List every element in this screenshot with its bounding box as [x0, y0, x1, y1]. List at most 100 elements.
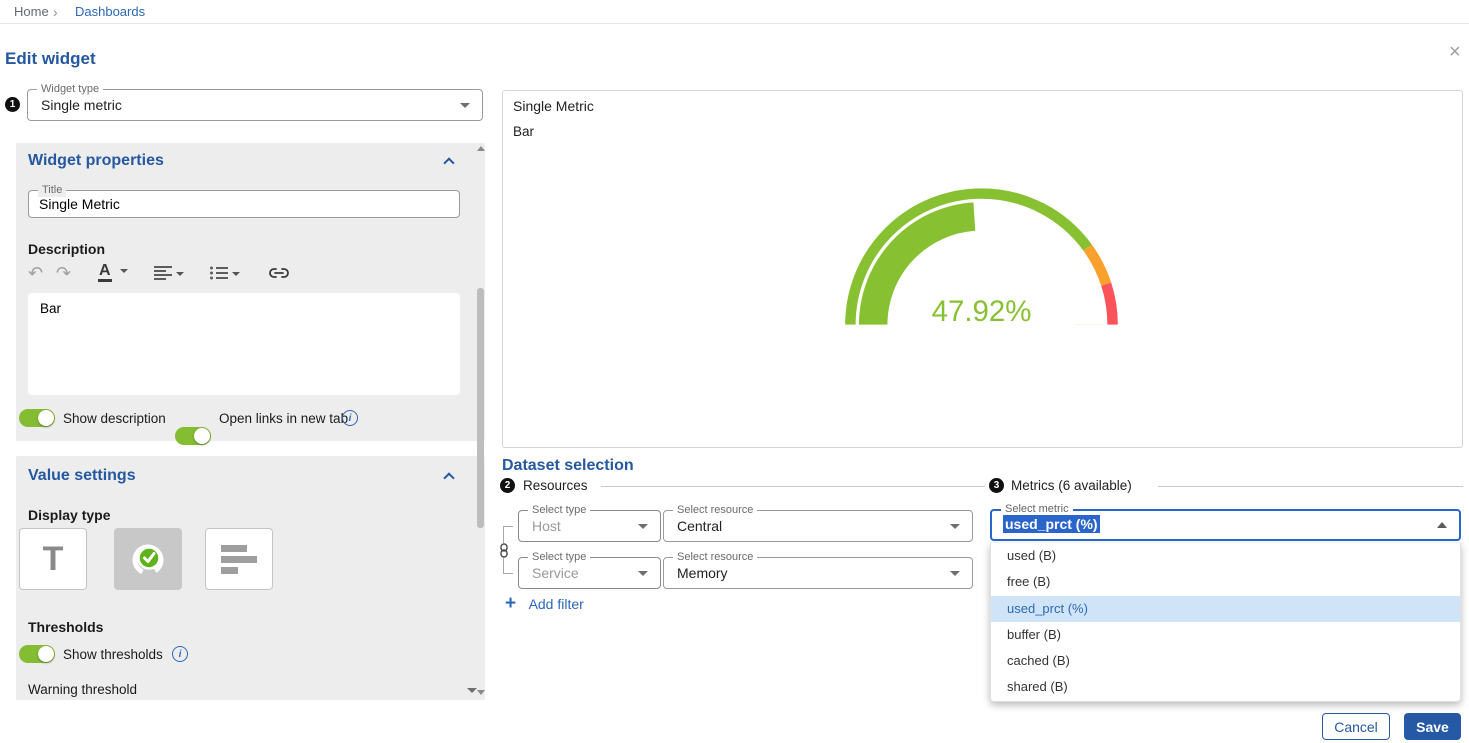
link-button[interactable] [268, 266, 290, 285]
select-resource-label: Select resource [673, 504, 757, 517]
chevron-down-icon[interactable] [950, 524, 960, 529]
add-filter-button[interactable]: + Add filter [505, 596, 584, 614]
menu-item-used[interactable]: used (B) [991, 543, 1460, 569]
text-display-icon: T [43, 540, 64, 579]
value-settings-panel: Value settings Display type T Thresholds… [16, 456, 485, 700]
show-description-label: Show description [63, 411, 166, 426]
select-type-value: Host [532, 518, 561, 534]
step-1-badge: 1 [5, 97, 20, 112]
menu-item-cached[interactable]: cached (B) [991, 648, 1460, 674]
select-resource-label: Select resource [673, 551, 757, 564]
text-color-letter: A [98, 262, 112, 282]
value-settings-heading: Value settings [28, 467, 136, 485]
list-button[interactable] [210, 266, 240, 285]
title-input[interactable] [39, 194, 449, 214]
description-heading: Description [28, 241, 105, 257]
row-link-line [503, 526, 513, 527]
resources-divider [601, 486, 985, 487]
step-3-badge: 3 [989, 478, 1004, 493]
warning-threshold-label: Warning threshold [28, 682, 137, 697]
align-button[interactable] [154, 266, 184, 285]
widget-type-value: Single metric [41, 97, 122, 113]
gauge-display-icon [128, 539, 168, 579]
chevron-down-icon[interactable] [467, 688, 477, 693]
breadcrumb: Home › Dashboards [0, 0, 1469, 24]
gauge-value: 47.92% [932, 295, 1032, 328]
undo-icon[interactable]: ↶ [28, 263, 43, 283]
show-thresholds-label: Show thresholds [63, 647, 163, 662]
menu-item-free[interactable]: free (B) [991, 569, 1460, 595]
link-icon [268, 266, 290, 280]
thresholds-heading: Thresholds [28, 619, 103, 635]
metrics-divider [1158, 486, 1463, 487]
select-metric-label: Select metric [1001, 503, 1073, 515]
widget-preview: Single Metric Bar 47.92% [502, 90, 1463, 448]
select-type-label: Select type [528, 551, 590, 564]
chevron-down-icon [120, 269, 128, 273]
select-resource-value: Central [677, 518, 722, 534]
scroll-up-icon[interactable] [477, 146, 485, 151]
gauge-chart: 47.92% [839, 180, 1124, 342]
redo-icon[interactable]: ↷ [56, 263, 71, 283]
open-links-toggle[interactable] [175, 427, 211, 445]
chevron-down-icon[interactable] [950, 571, 960, 576]
select-type-host[interactable]: Select type Host [518, 510, 661, 542]
select-resource-memory[interactable]: Select resource Memory [663, 557, 973, 589]
menu-item-used-prct[interactable]: used_prct (%) [991, 596, 1460, 622]
select-resource-value: Memory [677, 565, 728, 581]
chevron-up-icon[interactable] [1437, 522, 1447, 528]
display-type-bar-button[interactable] [205, 528, 273, 590]
select-resource-central[interactable]: Select resource Central [663, 510, 973, 542]
menu-item-buffer[interactable]: buffer (B) [991, 622, 1460, 648]
breadcrumb-separator-icon: › [53, 0, 58, 24]
open-links-label: Open links in new tab [219, 411, 348, 426]
widget-properties-panel: Widget properties Title Description ↶ ↷ … [16, 143, 485, 441]
menu-item-shared[interactable]: shared (B) [991, 674, 1460, 700]
collapse-widget-properties-icon[interactable] [443, 157, 454, 168]
chain-link-icon [498, 543, 510, 558]
cancel-button[interactable]: Cancel [1322, 713, 1390, 740]
scroll-down-icon[interactable] [477, 690, 485, 695]
chevron-down-icon [638, 571, 648, 576]
description-textarea[interactable]: Bar [28, 293, 460, 395]
select-metric-value: used_prct (%) [1003, 515, 1100, 533]
metric-dropdown-menu: used (B) free (B) used_prct (%) buffer (… [990, 543, 1461, 702]
widget-type-label: Widget type [37, 83, 103, 96]
show-description-toggle[interactable] [19, 409, 55, 427]
resources-label: Resources [523, 478, 588, 493]
scrollbar-thumb[interactable] [477, 288, 484, 528]
breadcrumb-home-link[interactable]: Home [14, 0, 49, 24]
widget-properties-heading: Widget properties [28, 152, 164, 170]
collapse-value-settings-icon[interactable] [443, 472, 454, 483]
select-type-service[interactable]: Select type Service [518, 557, 661, 589]
select-type-label: Select type [528, 504, 590, 517]
info-icon[interactable]: i [172, 646, 188, 662]
row-link-line [503, 573, 513, 574]
show-thresholds-toggle[interactable] [19, 645, 55, 663]
page-title: Edit widget [5, 49, 96, 69]
widget-type-select[interactable]: Widget type Single metric [27, 89, 483, 121]
dataset-selection-heading: Dataset selection [502, 457, 634, 475]
info-icon[interactable]: i [342, 410, 358, 426]
preview-title: Single Metric [513, 98, 594, 114]
plus-icon: + [505, 593, 516, 614]
preview-description: Bar [513, 124, 534, 139]
display-type-heading: Display type [28, 507, 110, 523]
bar-display-icon [221, 545, 257, 574]
align-icon [154, 266, 172, 280]
close-icon[interactable]: × [1449, 44, 1461, 60]
chevron-down-icon [638, 524, 648, 529]
chevron-down-icon [232, 272, 240, 276]
text-color-button[interactable]: A [98, 262, 128, 280]
breadcrumb-dashboards-link[interactable]: Dashboards [75, 0, 145, 24]
select-metric-combobox[interactable]: Select metric used_prct (%) [990, 509, 1461, 541]
add-filter-label: Add filter [529, 596, 584, 612]
display-type-text-button[interactable]: T [19, 528, 87, 590]
save-button[interactable]: Save [1404, 713, 1461, 740]
chevron-down-icon [176, 272, 184, 276]
select-metric-value-wrap: used_prct (%) [1003, 516, 1100, 534]
chevron-down-icon[interactable] [460, 103, 470, 108]
title-field-wrap: Title [28, 190, 460, 218]
metrics-label: Metrics (6 available) [1011, 478, 1132, 493]
display-type-gauge-button[interactable] [114, 528, 182, 590]
